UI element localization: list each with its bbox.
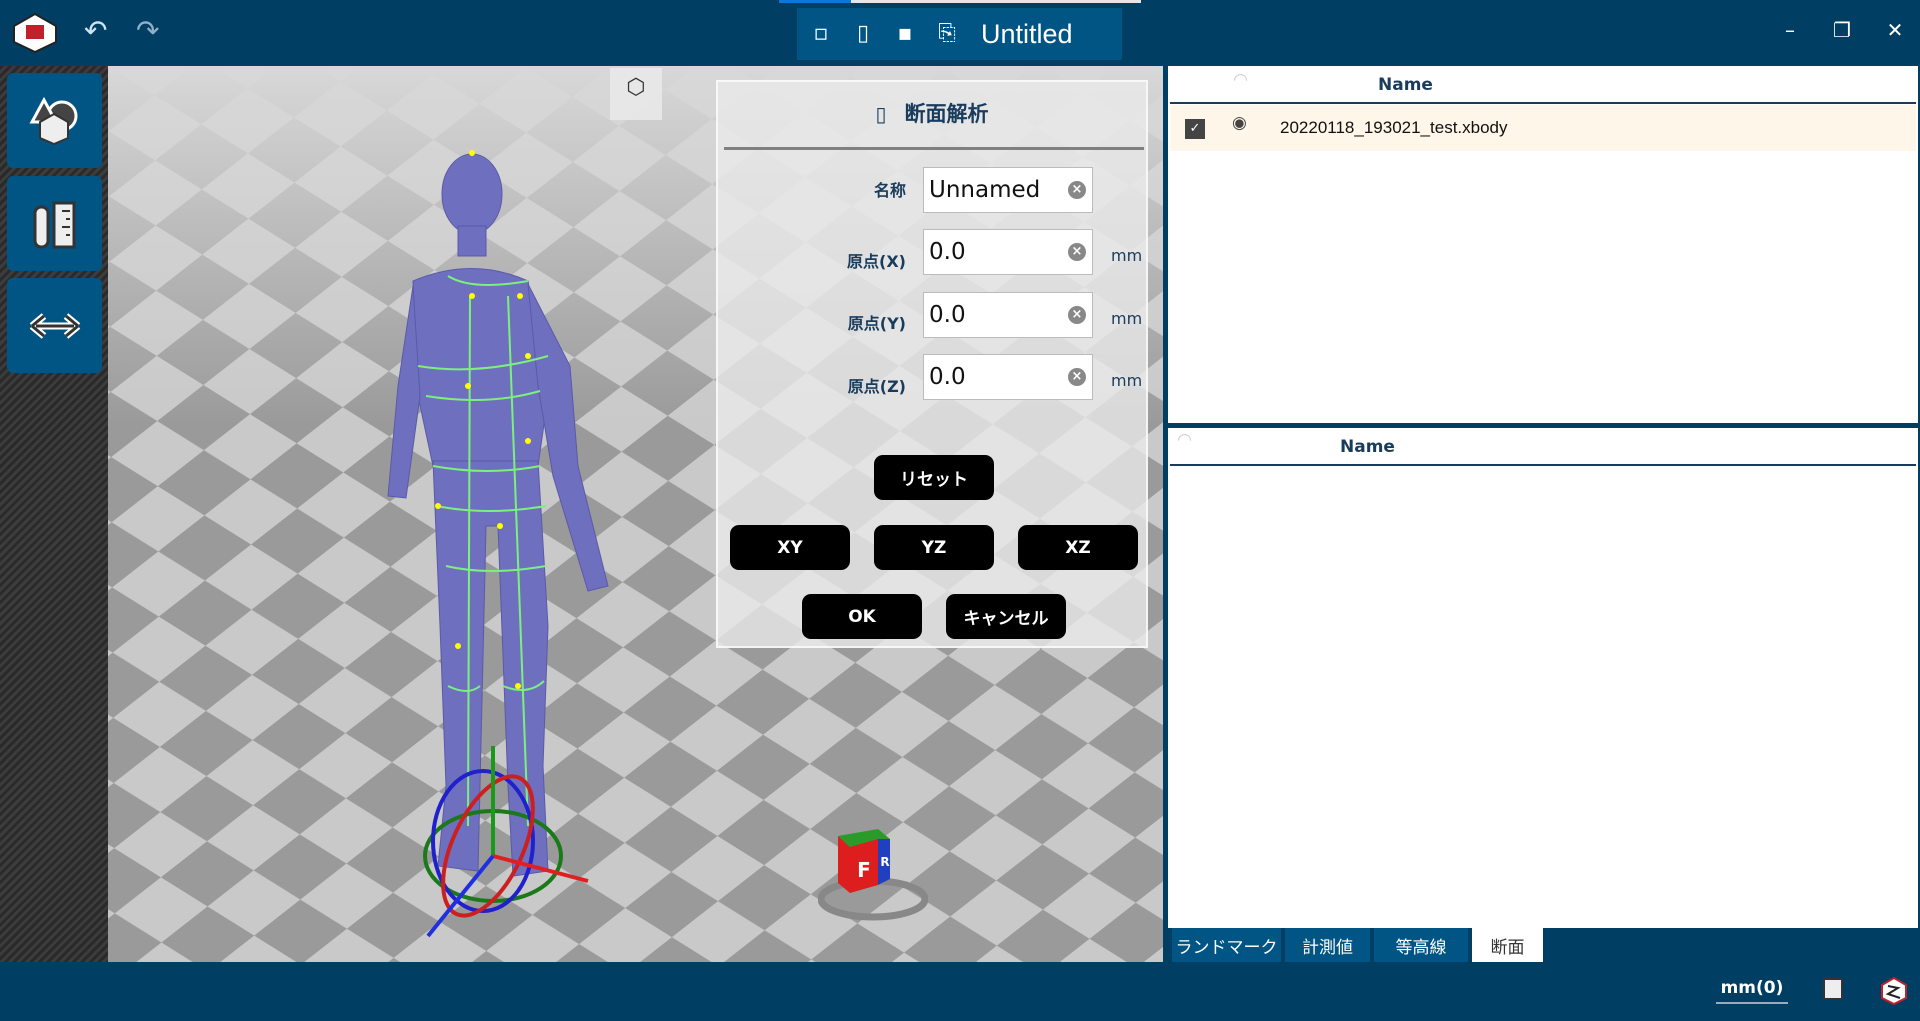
name-label: 名称 [873,181,906,200]
clear-icon[interactable]: × [1068,243,1086,261]
tab-indicator [779,0,851,3]
restore-button[interactable]: ❐ [1827,18,1857,42]
measure-tool-button[interactable] [7,176,102,271]
tab-section[interactable]: 断面 [1472,928,1543,962]
new-file-icon[interactable]: ▫ [807,19,835,49]
reset-button[interactable]: リセット [874,455,994,500]
unit-label: mm [1111,371,1143,390]
ruler-icon: ▯ [875,102,887,126]
divider [724,147,1144,150]
tab-contours[interactable]: 等高線 [1374,928,1468,962]
redo-icon[interactable]: ↷ [136,14,159,48]
minimize-button[interactable]: – [1775,18,1805,42]
origin-x-label: 原点(X) [847,252,906,271]
yz-plane-button[interactable]: YZ [874,525,994,570]
open-file-icon[interactable]: ▯ [849,19,877,49]
tab-landmark[interactable]: ランドマーク [1172,928,1281,962]
dialog-title: ▯ 断面解析 [718,98,1146,128]
measure-tools-icon [33,201,75,248]
models-header: ◠ Name [1170,66,1916,104]
dialog-title-text: 断面解析 [904,102,989,126]
undo-icon[interactable]: ↶ [84,14,107,48]
close-button[interactable]: ✕ [1880,18,1910,42]
clear-icon[interactable]: × [1068,181,1086,199]
table-row[interactable]: ✓ ◉ 20220118_193021_test.xbody [1170,105,1916,151]
view-cube-front-label: F [857,858,871,882]
unit-label: mm [1111,309,1143,328]
distance-icon [29,312,80,339]
name-column-header[interactable]: Name [1340,437,1395,457]
save-as-icon[interactable]: ⎘ [933,19,961,49]
row-checkbox[interactable]: ✓ [1185,119,1205,139]
view-cube[interactable]: F R [818,821,928,921]
app-logo-icon[interactable] [12,12,58,54]
origin-z-label: 原点(Z) [847,377,906,396]
title-bar: ↶ ↷ ▫ ▯ ▪ ⎘ Untitled – ❐ ✕ [0,0,1920,66]
sections-header: ◠ Name [1170,428,1916,466]
clear-icon[interactable]: × [1068,306,1086,324]
file-toolbar: ▫ ▯ ▪ ⎘ Untitled [797,8,1122,60]
sections-panel: ◠ Name [1168,428,1918,928]
unit-label: mm [1111,246,1143,265]
section-analysis-dialog: ▯ 断面解析 名称 × 原点(X) × mm 原点(Y) × mm 原点(Z) ×… [716,80,1148,648]
name-column-header[interactable]: Name [1378,75,1433,95]
models-panel: ◠ Name ✓ ◉ 20220118_193021_test.xbody [1168,66,1918,423]
eye-icon[interactable]: ◉ [1232,113,1247,133]
file-name: 20220118_193021_test.xbody [1280,118,1508,137]
unit-selector[interactable]: mm(0) [1716,978,1788,1004]
xy-plane-button[interactable]: XY [730,525,850,570]
app-badge-icon [1881,976,1907,1006]
view-cube-right-label: R [880,855,889,869]
clear-icon[interactable]: × [1068,368,1086,386]
status-bar: mm(0) [0,962,1920,1021]
xz-plane-button[interactable]: XZ [1018,525,1138,570]
eye-icon[interactable]: ◠ [1178,430,1191,450]
distance-tool-button[interactable] [7,278,102,373]
cancel-button[interactable]: キャンセル [946,594,1066,639]
shapes-tool-button[interactable] [7,73,102,168]
document-title: Untitled [981,18,1073,49]
eye-icon[interactable]: ◠ [1234,70,1247,90]
origin-y-label: 原点(Y) [847,314,906,333]
ok-button[interactable]: OK [802,594,922,639]
shapes-icon [28,96,77,145]
window-mode-icon[interactable] [1823,978,1843,1000]
tab-measurements[interactable]: 計測値 [1285,928,1370,962]
tab-indicator-track [851,0,1141,3]
save-icon[interactable]: ▪ [891,19,919,49]
